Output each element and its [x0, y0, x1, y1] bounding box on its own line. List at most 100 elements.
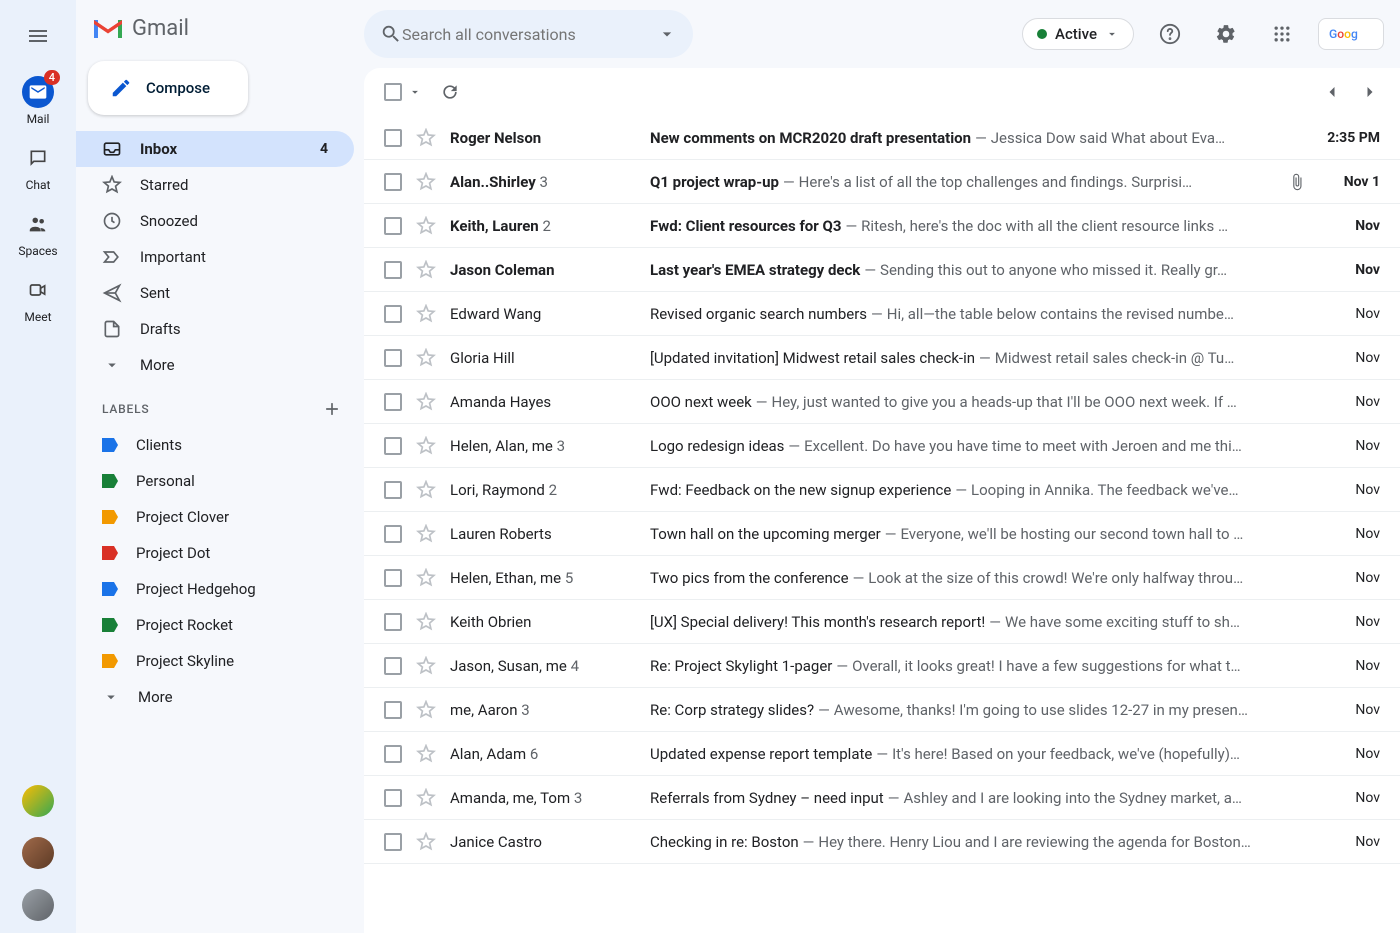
row-checkbox[interactable] — [384, 393, 402, 411]
nav-starred[interactable]: Starred — [76, 167, 354, 203]
message-line: Last year's EMEA strategy deck — Sending… — [650, 261, 1306, 279]
nav-drafts[interactable]: Drafts — [76, 311, 354, 347]
select-all-checkbox[interactable] — [384, 83, 402, 101]
row-checkbox[interactable] — [384, 657, 402, 675]
nav-snoozed[interactable]: Snoozed — [76, 203, 354, 239]
settings-button[interactable] — [1206, 14, 1246, 54]
rail-meet[interactable]: Meet — [8, 266, 68, 332]
compose-button[interactable]: Compose — [88, 61, 248, 115]
inbox-icon — [102, 139, 122, 159]
email-row[interactable]: Helen, Alan, me 3 Logo redesign ideas — … — [364, 424, 1400, 468]
email-row[interactable]: Amanda, me, Tom 3 Referrals from Sydney … — [364, 776, 1400, 820]
label-personal[interactable]: Personal — [76, 463, 364, 499]
row-checkbox[interactable] — [384, 437, 402, 455]
nav-sent[interactable]: Sent — [76, 275, 354, 311]
date: Nov — [1320, 526, 1380, 542]
row-checkbox[interactable] — [384, 173, 402, 191]
label-project-dot[interactable]: Project Dot — [76, 535, 364, 571]
star-icon[interactable] — [416, 216, 436, 236]
labels-header: LABELS — [102, 402, 149, 416]
row-checkbox[interactable] — [384, 129, 402, 147]
star-icon[interactable] — [416, 700, 436, 720]
google-account-button[interactable]: Goog — [1318, 18, 1384, 50]
star-icon[interactable] — [416, 392, 436, 412]
email-row[interactable]: Lauren Roberts Town hall on the upcoming… — [364, 512, 1400, 556]
label-tag-icon — [102, 654, 118, 668]
email-row[interactable]: Janice Castro Checking in re: Boston — H… — [364, 820, 1400, 864]
search-options-icon[interactable] — [657, 24, 677, 44]
email-row[interactable]: Edward Wang Revised organic search numbe… — [364, 292, 1400, 336]
add-label-button[interactable] — [322, 399, 342, 419]
email-row[interactable]: Amanda Hayes OOO next week — Hey, just w… — [364, 380, 1400, 424]
snippet: Hey there. Henry Liou and I are reviewin… — [818, 833, 1250, 851]
star-icon[interactable] — [416, 480, 436, 500]
row-checkbox[interactable] — [384, 789, 402, 807]
select-all[interactable] — [384, 83, 422, 101]
email-row[interactable]: Keith, Lauren 2 Fwd: Client resources fo… — [364, 204, 1400, 248]
email-row[interactable]: me, Aaron 3 Re: Corp strategy slides? — … — [364, 688, 1400, 732]
nav-inbox[interactable]: Inbox4 — [76, 131, 354, 167]
label-project-rocket[interactable]: Project Rocket — [76, 607, 364, 643]
label-clients[interactable]: Clients — [76, 427, 364, 463]
rail-spaces[interactable]: Spaces — [8, 200, 68, 266]
rail-mail[interactable]: Mail4 — [8, 68, 68, 134]
row-checkbox[interactable] — [384, 613, 402, 631]
prev-page-button[interactable] — [1322, 82, 1342, 102]
email-row[interactable]: Jason Coleman Last year's EMEA strategy … — [364, 248, 1400, 292]
star-icon[interactable] — [416, 568, 436, 588]
search-bar[interactable] — [364, 10, 693, 58]
status-avatar-2[interactable] — [22, 837, 54, 869]
email-row[interactable]: Keith Obrien [UX] Special delivery! This… — [364, 600, 1400, 644]
email-row[interactable]: Alan, Adam 6 Updated expense report temp… — [364, 732, 1400, 776]
nav-more[interactable]: More — [76, 347, 354, 383]
subject: Checking in re: Boston — [650, 833, 799, 851]
star-icon[interactable] — [416, 612, 436, 632]
status-chip[interactable]: Active — [1022, 18, 1134, 50]
star-icon[interactable] — [416, 832, 436, 852]
star-icon[interactable] — [416, 172, 436, 192]
row-checkbox[interactable] — [384, 481, 402, 499]
email-row[interactable]: Roger Nelson New comments on MCR2020 dra… — [364, 116, 1400, 160]
main-menu-button[interactable] — [14, 12, 62, 60]
row-checkbox[interactable] — [384, 833, 402, 851]
search-input[interactable] — [402, 25, 657, 44]
label-project-clover[interactable]: Project Clover — [76, 499, 364, 535]
email-row[interactable]: Lori, Raymond 2 Fwd: Feedback on the new… — [364, 468, 1400, 512]
apps-button[interactable] — [1262, 14, 1302, 54]
rail-chat[interactable]: Chat — [8, 134, 68, 200]
message-line: OOO next week — Hey, just wanted to give… — [650, 393, 1306, 411]
star-icon[interactable] — [416, 436, 436, 456]
label-project-skyline[interactable]: Project Skyline — [76, 643, 364, 679]
row-checkbox[interactable] — [384, 569, 402, 587]
star-icon[interactable] — [416, 128, 436, 148]
email-row[interactable]: Gloria Hill [Updated invitation] Midwest… — [364, 336, 1400, 380]
row-checkbox[interactable] — [384, 261, 402, 279]
nav-important[interactable]: Important — [76, 239, 354, 275]
row-checkbox[interactable] — [384, 701, 402, 719]
star-icon[interactable] — [416, 304, 436, 324]
next-page-button[interactable] — [1360, 82, 1380, 102]
row-checkbox[interactable] — [384, 745, 402, 763]
star-icon[interactable] — [416, 524, 436, 544]
email-row[interactable]: Helen, Ethan, me 5 Two pics from the con… — [364, 556, 1400, 600]
row-checkbox[interactable] — [384, 525, 402, 543]
star-icon[interactable] — [416, 744, 436, 764]
email-row[interactable]: Jason, Susan, me 4 Re: Project Skylight … — [364, 644, 1400, 688]
star-icon[interactable] — [416, 656, 436, 676]
status-dot-icon — [1037, 29, 1047, 39]
star-icon[interactable] — [416, 260, 436, 280]
star-icon[interactable] — [416, 788, 436, 808]
help-button[interactable] — [1150, 14, 1190, 54]
refresh-button[interactable] — [440, 82, 460, 102]
label-more[interactable]: More — [76, 679, 364, 715]
status-avatar-3[interactable] — [22, 889, 54, 921]
email-row[interactable]: Alan..Shirley 3 Q1 project wrap-up — Her… — [364, 160, 1400, 204]
row-checkbox[interactable] — [384, 217, 402, 235]
chevron-down-icon[interactable] — [408, 85, 422, 99]
status-avatar-1[interactable] — [22, 785, 54, 817]
star-icon[interactable] — [416, 348, 436, 368]
row-checkbox[interactable] — [384, 349, 402, 367]
row-checkbox[interactable] — [384, 305, 402, 323]
label-project-hedgehog[interactable]: Project Hedgehog — [76, 571, 364, 607]
logo[interactable]: Gmail — [76, 8, 364, 61]
